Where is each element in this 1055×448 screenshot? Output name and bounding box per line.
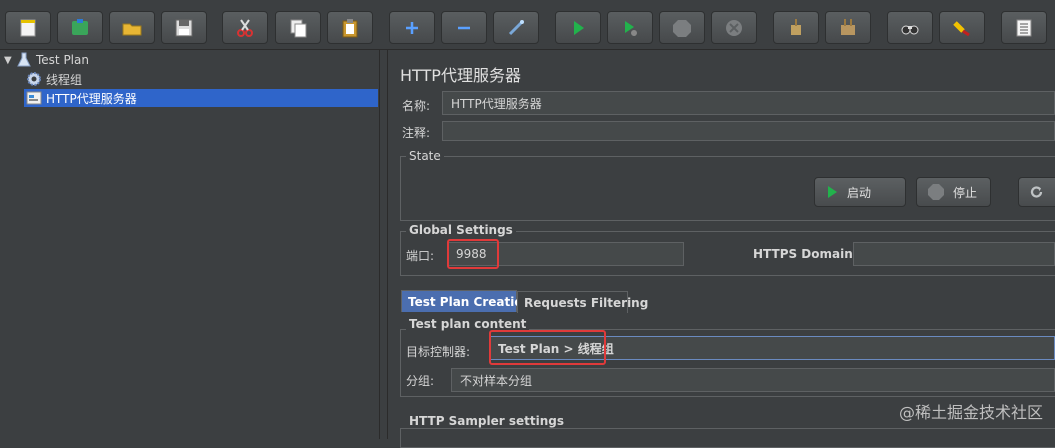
panel-splitter[interactable]: [380, 50, 388, 439]
scissors-icon: [237, 18, 253, 37]
reset-search-button[interactable]: [939, 11, 985, 44]
main-toolbar: [0, 0, 1055, 50]
play-no-timer-icon: [625, 20, 637, 36]
save-icon: [175, 19, 193, 36]
name-label: 名称:: [402, 99, 431, 113]
search-button[interactable]: [887, 11, 933, 44]
name-field[interactable]: HTTP代理服务器: [442, 91, 1055, 115]
stop-button[interactable]: [659, 11, 705, 44]
port-highlight-box: [447, 239, 499, 269]
start-button-label: 启动: [847, 185, 872, 200]
global-settings-title: Global Settings: [406, 223, 516, 237]
proxy-icon: [26, 90, 42, 106]
tab-test-plan-creation[interactable]: Test Plan Creation: [401, 290, 531, 312]
stop-icon: [928, 184, 944, 200]
run-no-pauses-button[interactable]: [607, 11, 653, 44]
tree-node-label: Test Plan: [36, 53, 89, 67]
tree-node-http-proxy[interactable]: HTTP代理服务器: [24, 89, 378, 107]
copy-button[interactable]: [275, 11, 321, 44]
test-plan-content-title: Test plan content: [406, 317, 530, 331]
minus-icon: [458, 26, 470, 29]
target-controller-label: 目标控制器:: [406, 345, 471, 359]
wand-icon: [508, 19, 524, 35]
https-domains-field[interactable]: [853, 242, 1055, 266]
run-button[interactable]: [555, 11, 601, 44]
expand-all-button[interactable]: [389, 11, 435, 44]
proxy-config-panel: HTTP代理服务器 名称: HTTP代理服务器 注释: State 启动 停止 …: [389, 50, 1055, 448]
comment-field[interactable]: [442, 121, 1055, 141]
save-button[interactable]: [161, 11, 207, 44]
brush-icon: [953, 20, 970, 36]
tree-node-label: 线程组: [46, 72, 83, 87]
folder-open-icon: [122, 23, 142, 35]
list-icon: [1016, 19, 1032, 36]
comment-label: 注释:: [402, 126, 431, 140]
clear-button[interactable]: [773, 11, 819, 44]
tree-node-label: HTTP代理服务器: [46, 91, 137, 106]
collapse-all-button[interactable]: [441, 11, 487, 44]
cut-button[interactable]: [222, 11, 268, 44]
open-button[interactable]: [109, 11, 155, 44]
clipboard-icon: [342, 18, 358, 37]
http-sampler-group: [400, 428, 1055, 448]
templates-button[interactable]: [57, 11, 103, 44]
https-domains-label: HTTPS Domains:: [753, 247, 865, 261]
tab-requests-filtering[interactable]: Requests Filtering: [517, 291, 648, 313]
page-title: HTTP代理服务器: [400, 66, 521, 85]
new-file-icon: [20, 19, 36, 36]
shutdown-button[interactable]: [711, 11, 757, 44]
watermark-text: @稀土掘金技术社区: [898, 403, 1043, 422]
new-button[interactable]: [5, 11, 51, 44]
restart-button[interactable]: [1018, 177, 1055, 207]
clear-all-button[interactable]: [825, 11, 871, 44]
function-helper-button[interactable]: [1001, 11, 1047, 44]
state-group-title: State: [406, 149, 444, 163]
chevron-down-icon[interactable]: ▼: [4, 55, 16, 66]
plus-icon: [406, 21, 418, 34]
stop-button-label: 停止: [953, 185, 978, 200]
port-label: 端口:: [406, 249, 435, 263]
stop-proxy-button[interactable]: 停止: [916, 177, 991, 207]
play-icon: [574, 20, 584, 35]
flask-icon: [16, 52, 32, 68]
binoculars-icon: [901, 25, 919, 34]
templates-icon: [72, 18, 88, 35]
test-plan-tree: ▼ Test Plan 线程组 HTTP代理服务器: [0, 50, 380, 439]
grouping-label: 分组:: [406, 374, 435, 388]
paste-button[interactable]: [327, 11, 373, 44]
gear-icon: [26, 71, 42, 87]
http-sampler-title: HTTP Sampler settings: [406, 414, 567, 428]
tree-node-test-plan[interactable]: ▼ Test Plan: [4, 51, 89, 69]
start-button[interactable]: 启动: [814, 177, 906, 207]
stop-icon: [673, 19, 691, 37]
refresh-icon: [1030, 186, 1043, 198]
tree-node-thread-group[interactable]: 线程组: [26, 70, 82, 88]
copy-icon: [290, 19, 307, 37]
target-highlight-box: [489, 330, 606, 365]
broom-icon: [791, 18, 801, 35]
play-icon: [828, 186, 837, 198]
grouping-select[interactable]: 不对样本分组: [451, 368, 1055, 392]
shutdown-icon: [726, 19, 742, 36]
broom-all-icon: [841, 18, 855, 35]
toggle-button[interactable]: [493, 11, 539, 44]
